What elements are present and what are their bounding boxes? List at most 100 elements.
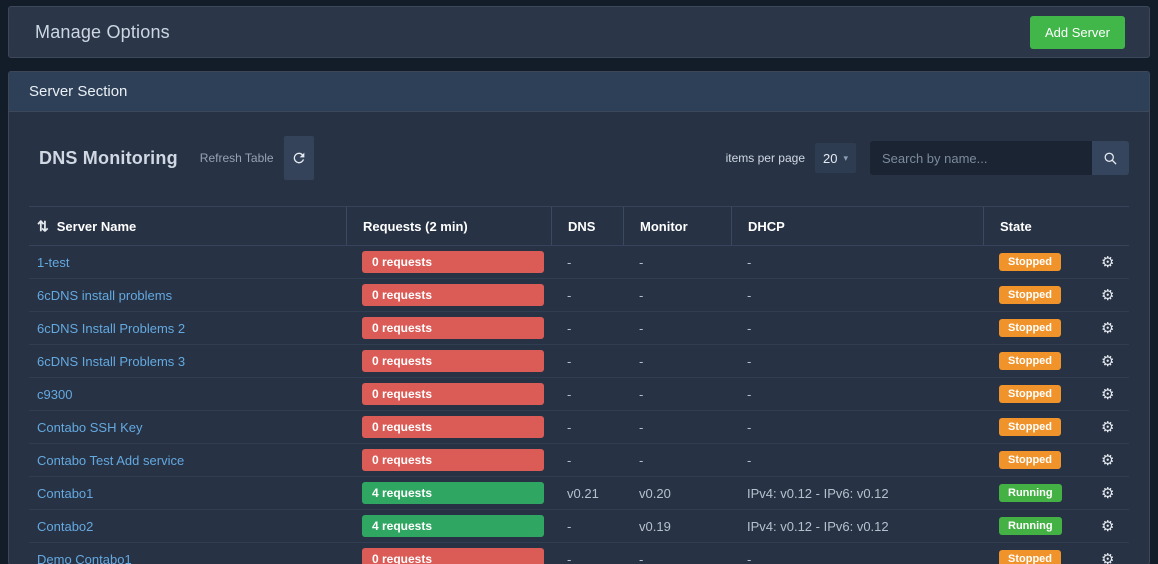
dhcp-version: - bbox=[731, 543, 983, 564]
state-badge: Stopped bbox=[999, 418, 1061, 436]
state-badge: Stopped bbox=[999, 550, 1061, 564]
search-input[interactable] bbox=[870, 141, 1092, 175]
gear-icon[interactable]: ⚙ bbox=[1101, 319, 1114, 337]
state-badge: Running bbox=[999, 484, 1062, 502]
monitor-version: - bbox=[623, 279, 731, 311]
dhcp-version: IPv4: v0.12 - IPv6: v0.12 bbox=[731, 477, 983, 509]
server-name-link[interactable]: Contabo Test Add service bbox=[37, 453, 184, 468]
gear-icon[interactable]: ⚙ bbox=[1101, 550, 1114, 564]
server-name-link[interactable]: 6cDNS install problems bbox=[37, 288, 172, 303]
column-header-dns[interactable]: DNS bbox=[551, 207, 623, 245]
requests-badge: 4 requests bbox=[362, 482, 544, 504]
requests-badge: 0 requests bbox=[362, 449, 544, 471]
requests-badge: 0 requests bbox=[362, 350, 544, 372]
items-per-page-select[interactable]: 20 ▾ bbox=[815, 143, 856, 173]
column-header-monitor[interactable]: Monitor bbox=[623, 207, 731, 245]
gear-icon[interactable]: ⚙ bbox=[1101, 253, 1114, 271]
items-per-page-label: items per page bbox=[726, 151, 805, 165]
monitor-version: - bbox=[623, 312, 731, 344]
table-row: 6cDNS install problems 0 requests - - - … bbox=[29, 279, 1129, 312]
dhcp-version: IPv4: v0.12 - IPv6: v0.12 bbox=[731, 510, 983, 542]
table-row: Demo Contabo1 0 requests - - - Stopped ⚙ bbox=[29, 543, 1129, 564]
table-row: 6cDNS Install Problems 2 0 requests - - … bbox=[29, 312, 1129, 345]
server-table: ⇅ Server Name Requests (2 min) DNS Monit… bbox=[29, 206, 1129, 564]
monitor-version: - bbox=[623, 444, 731, 476]
requests-badge: 0 requests bbox=[362, 284, 544, 306]
column-header-state[interactable]: State bbox=[983, 207, 1071, 245]
server-section-header: Server Section bbox=[9, 72, 1149, 112]
requests-badge: 0 requests bbox=[362, 383, 544, 405]
monitor-version: - bbox=[623, 246, 731, 278]
dns-version: - bbox=[551, 312, 623, 344]
items-per-page-value: 20 bbox=[823, 151, 837, 166]
gear-icon[interactable]: ⚙ bbox=[1101, 385, 1114, 403]
dns-version: - bbox=[551, 444, 623, 476]
column-header-dhcp[interactable]: DHCP bbox=[731, 207, 983, 245]
gear-icon[interactable]: ⚙ bbox=[1101, 517, 1114, 535]
server-name-link[interactable]: Contabo SSH Key bbox=[37, 420, 143, 435]
section-title: Server Section bbox=[29, 83, 127, 100]
refresh-table-label: Refresh Table bbox=[200, 151, 274, 165]
add-server-button[interactable]: Add Server bbox=[1030, 16, 1125, 49]
monitor-version: - bbox=[623, 411, 731, 443]
table-row: 1-test 0 requests - - - Stopped ⚙ bbox=[29, 246, 1129, 279]
table-row: Contabo1 4 requests v0.21 v0.20 IPv4: v0… bbox=[29, 477, 1129, 510]
monitor-version: - bbox=[623, 378, 731, 410]
dhcp-version: - bbox=[731, 279, 983, 311]
state-badge: Stopped bbox=[999, 385, 1061, 403]
requests-badge: 4 requests bbox=[362, 515, 544, 537]
table-row: Contabo Test Add service 0 requests - - … bbox=[29, 444, 1129, 477]
monitor-version: v0.19 bbox=[623, 510, 731, 542]
dhcp-version: - bbox=[731, 345, 983, 377]
table-row: 6cDNS Install Problems 3 0 requests - - … bbox=[29, 345, 1129, 378]
dns-version: - bbox=[551, 378, 623, 410]
dhcp-version: - bbox=[731, 312, 983, 344]
server-name-link[interactable]: 6cDNS Install Problems 3 bbox=[37, 354, 185, 369]
table-row: Contabo SSH Key 0 requests - - - Stopped… bbox=[29, 411, 1129, 444]
dns-version: - bbox=[551, 345, 623, 377]
dhcp-version: - bbox=[731, 378, 983, 410]
server-section-panel: Server Section DNS Monitoring Refresh Ta… bbox=[8, 71, 1150, 564]
table-row: c9300 0 requests - - - Stopped ⚙ bbox=[29, 378, 1129, 411]
requests-badge: 0 requests bbox=[362, 251, 544, 273]
state-badge: Stopped bbox=[999, 451, 1061, 469]
server-name-link[interactable]: Demo Contabo1 bbox=[37, 552, 132, 564]
column-header-requests[interactable]: Requests (2 min) bbox=[346, 207, 551, 245]
dns-version: v0.21 bbox=[551, 477, 623, 509]
gear-icon[interactable]: ⚙ bbox=[1101, 286, 1114, 304]
state-badge: Running bbox=[999, 517, 1062, 535]
server-name-link[interactable]: 1-test bbox=[37, 255, 70, 270]
requests-badge: 0 requests bbox=[362, 548, 544, 564]
column-header-actions bbox=[1071, 207, 1129, 245]
state-badge: Stopped bbox=[999, 352, 1061, 370]
state-badge: Stopped bbox=[999, 286, 1061, 304]
server-name-link[interactable]: Contabo2 bbox=[37, 519, 93, 534]
search-button[interactable] bbox=[1092, 141, 1129, 175]
monitor-version: v0.20 bbox=[623, 477, 731, 509]
server-name-link[interactable]: Contabo1 bbox=[37, 486, 93, 501]
page-title: Manage Options bbox=[35, 22, 170, 43]
search-icon bbox=[1103, 151, 1118, 166]
dhcp-version: - bbox=[731, 444, 983, 476]
topbar: Manage Options Add Server bbox=[8, 6, 1150, 58]
refresh-button[interactable] bbox=[284, 136, 314, 180]
gear-icon[interactable]: ⚙ bbox=[1101, 418, 1114, 436]
table-row: Contabo2 4 requests - v0.19 IPv4: v0.12 … bbox=[29, 510, 1129, 543]
server-name-link[interactable]: 6cDNS Install Problems 2 bbox=[37, 321, 185, 336]
dns-version: - bbox=[551, 246, 623, 278]
chevron-down-icon: ▾ bbox=[843, 153, 848, 164]
sort-icon[interactable]: ⇅ bbox=[37, 218, 49, 235]
dhcp-version: - bbox=[731, 246, 983, 278]
state-badge: Stopped bbox=[999, 319, 1061, 337]
dns-monitoring-title: DNS Monitoring bbox=[39, 148, 178, 169]
table-header-row: ⇅ Server Name Requests (2 min) DNS Monit… bbox=[29, 206, 1129, 246]
gear-icon[interactable]: ⚙ bbox=[1101, 484, 1114, 502]
refresh-icon bbox=[291, 150, 307, 166]
requests-badge: 0 requests bbox=[362, 317, 544, 339]
dns-version: - bbox=[551, 411, 623, 443]
server-name-link[interactable]: c9300 bbox=[37, 387, 72, 402]
gear-icon[interactable]: ⚙ bbox=[1101, 451, 1114, 469]
column-header-server-name[interactable]: ⇅ Server Name bbox=[29, 207, 346, 245]
gear-icon[interactable]: ⚙ bbox=[1101, 352, 1114, 370]
search-group bbox=[870, 141, 1129, 175]
